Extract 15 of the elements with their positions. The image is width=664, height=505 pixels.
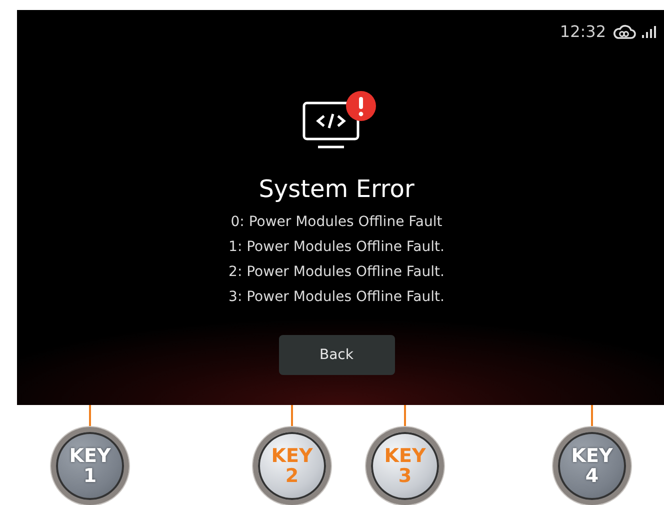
signal-icon (642, 26, 656, 38)
back-button[interactable]: Back (278, 335, 394, 375)
error-message: 1: Power Modules Offline Fault. (228, 238, 444, 257)
error-message: 0: Power Modules Offline Fault (230, 213, 442, 232)
alert-badge-icon (346, 91, 376, 121)
error-message: 2: Power Modules Offline Fault. (228, 263, 444, 282)
hardware-key[interactable]: KEY 4 (553, 427, 631, 505)
status-time: 12:32 (560, 22, 606, 41)
hardware-key[interactable]: KEY 1 (51, 427, 129, 505)
error-message: 3: Power Modules Offline Fault. (228, 288, 444, 307)
cloud-icon (612, 24, 636, 40)
error-title: System Error (258, 175, 414, 203)
hardware-key[interactable]: KEY 3 (366, 427, 444, 505)
monitor-code-icon (302, 101, 362, 151)
hardware-key[interactable]: KEY 2 (253, 427, 331, 505)
